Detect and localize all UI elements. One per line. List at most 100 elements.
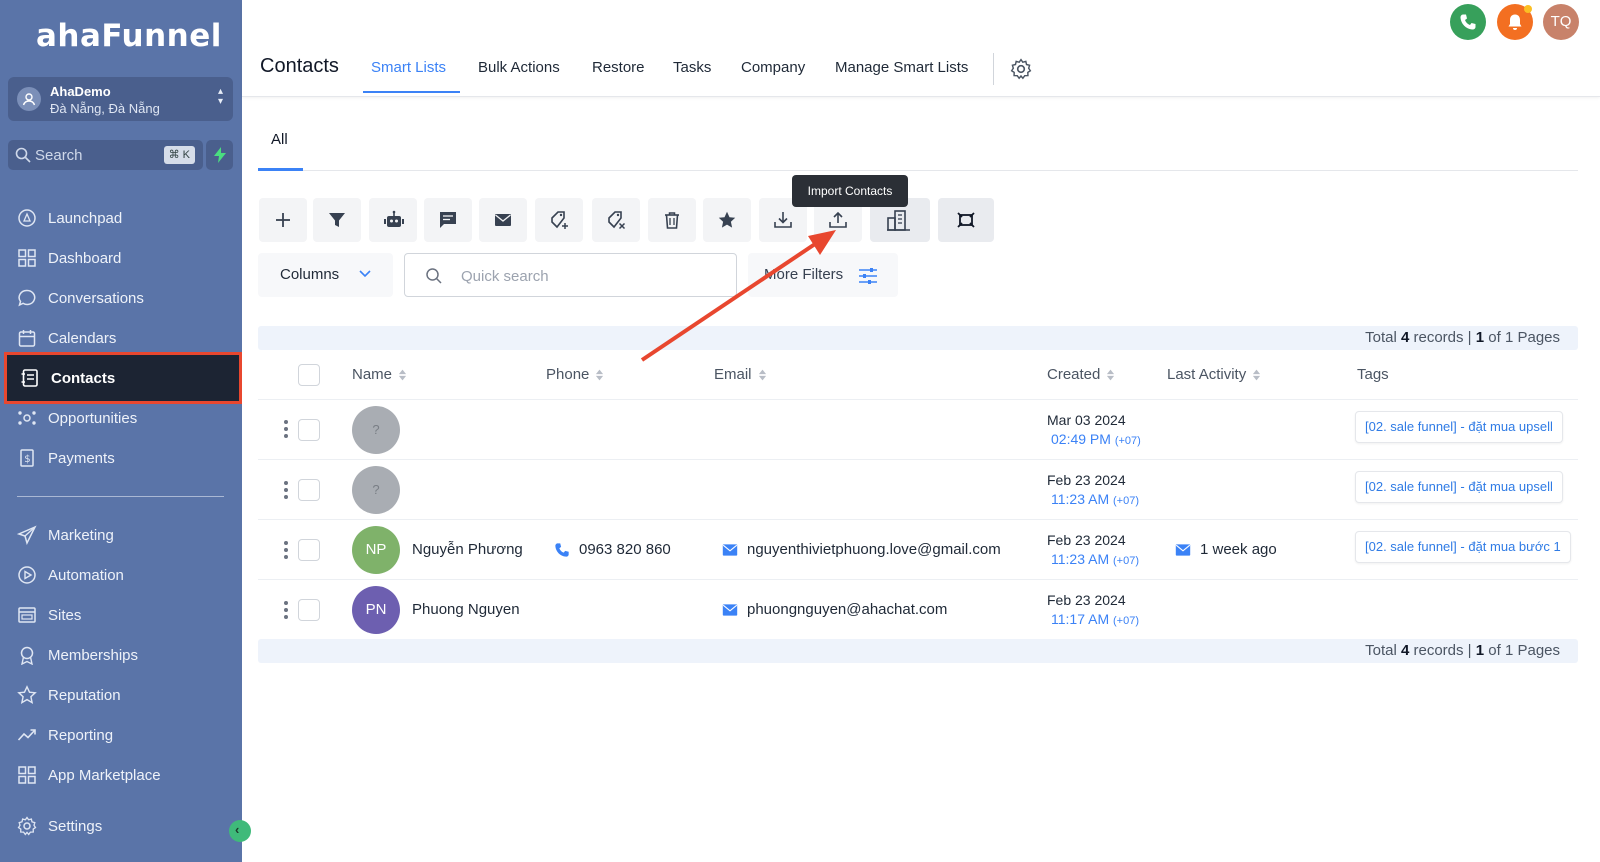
quick-actions-button[interactable] [206, 140, 233, 170]
avatar[interactable]: NP [352, 526, 400, 574]
merge-contacts-button[interactable] [938, 198, 994, 242]
row-actions-menu-icon[interactable] [284, 601, 288, 622]
sidebar-item-label: Payments [48, 449, 115, 467]
avatar[interactable]: PN [352, 586, 400, 634]
tab-company[interactable]: Company [741, 59, 805, 76]
column-header-name[interactable]: Name [352, 366, 407, 383]
summary-page-number: 1 [1475, 329, 1485, 346]
subtabs-divider [258, 170, 1578, 171]
records-summary-top: Total 4 records | 1 of 1 Pages [258, 326, 1578, 350]
sidebar-search[interactable]: Search ⌘ K [8, 140, 203, 170]
contact-name[interactable]: Nguyễn Phương [412, 541, 523, 558]
review-request-button[interactable] [703, 198, 751, 242]
select-all-checkbox[interactable] [298, 364, 320, 386]
sidebar-item-settings[interactable]: Settings [0, 806, 242, 846]
row-divider [258, 519, 1578, 520]
more-filters-button[interactable]: More Filters [748, 253, 898, 297]
row-actions-menu-icon[interactable] [284, 420, 288, 441]
sidebar-item-marketing[interactable]: Marketing [0, 515, 242, 555]
remove-tag-icon [608, 211, 626, 230]
lightning-icon [214, 147, 226, 163]
sort-icon [1107, 369, 1115, 380]
row-checkbox[interactable] [298, 479, 320, 501]
row-checkbox[interactable] [298, 539, 320, 561]
sidebar-item-label: Calendars [48, 329, 117, 347]
sidebar-item-launchpad[interactable]: Launchpad [0, 198, 242, 238]
sidebar-item-conversations[interactable]: Conversations [0, 278, 242, 318]
row-checkbox[interactable] [298, 599, 320, 621]
tab-tasks[interactable]: Tasks [673, 59, 711, 76]
notification-dot [1524, 5, 1532, 13]
sort-icon [596, 369, 604, 380]
send-sms-button[interactable] [424, 198, 472, 242]
delete-contacts-button[interactable] [648, 198, 696, 242]
timezone: (+07) [1114, 435, 1141, 447]
sidebar-item-automation[interactable]: Automation [0, 555, 242, 595]
contact-phone[interactable]: 0963 820 860 [554, 541, 671, 558]
tab-smart-lists[interactable]: Smart Lists [371, 59, 446, 76]
sidebar-item-sites[interactable]: Sites [0, 595, 242, 635]
phone-button[interactable] [1450, 4, 1486, 40]
grid-icon [18, 766, 36, 784]
column-header-created[interactable]: Created [1047, 366, 1115, 383]
contact-email[interactable]: nguyenthivietphuong.love@gmail.com [722, 541, 1001, 558]
top-header: Contacts Smart Lists Bulk Actions Restor… [242, 0, 1600, 97]
column-header-phone[interactable]: Phone [546, 366, 604, 383]
tag-chip[interactable]: [02. sale funnel] - đặt mua upsell [1355, 471, 1563, 503]
add-to-workflow-button[interactable] [369, 198, 417, 242]
row-checkbox[interactable] [298, 419, 320, 441]
gear-icon[interactable] [1010, 58, 1032, 80]
quick-search-placeholder: Quick search [461, 268, 549, 285]
tab-restore[interactable]: Restore [592, 59, 645, 76]
robot-icon [384, 210, 404, 227]
add-contact-button[interactable] [259, 198, 307, 242]
row-actions-menu-icon[interactable] [284, 541, 288, 562]
email-icon [495, 214, 511, 226]
created-date: Feb 23 2024 [1047, 592, 1126, 608]
account-switcher[interactable]: AhaDemo Đà Nẵng, Đà Nẵng ▴ ▾ [8, 77, 233, 121]
user-avatar[interactable]: TQ [1543, 4, 1579, 40]
send-email-button[interactable] [479, 198, 527, 242]
export-icon [774, 212, 792, 228]
sidebar-item-reporting[interactable]: Reporting [0, 715, 242, 755]
row-actions-menu-icon[interactable] [284, 481, 288, 502]
smart-list-tab-all[interactable]: All [271, 131, 288, 148]
sidebar-item-contacts[interactable]: Contacts [4, 352, 242, 404]
timezone: (+07) [1113, 555, 1140, 567]
column-header-last-activity[interactable]: Last Activity [1167, 366, 1261, 383]
sidebar-item-reputation[interactable]: Reputation [0, 675, 242, 715]
collapse-sidebar-button[interactable]: ‹ [229, 820, 251, 842]
columns-dropdown[interactable]: Columns [258, 253, 393, 297]
more-filters-label: More Filters [764, 266, 844, 283]
tab-manage-smart-lists[interactable]: Manage Smart Lists [835, 59, 968, 76]
contact-email[interactable]: phuongnguyen@ahachat.com [722, 601, 947, 618]
remove-tag-button[interactable] [592, 198, 640, 242]
location-avatar-icon [17, 87, 41, 111]
tag-chip[interactable]: [02. sale funnel] - đặt mua bước 1 [1355, 531, 1571, 563]
chevron-down-icon [359, 270, 371, 278]
quick-search-input[interactable]: Quick search [404, 253, 737, 297]
header-label: Phone [546, 366, 590, 383]
sidebar-item-app-marketplace[interactable]: App Marketplace [0, 755, 242, 795]
created-time: 11:23 AM (+07) [1051, 551, 1139, 567]
sidebar-item-payments[interactable]: $ Payments [0, 438, 242, 478]
filter-button[interactable] [313, 198, 361, 242]
column-header-email[interactable]: Email [714, 366, 767, 383]
sidebar-item-opportunities[interactable]: Opportunities [0, 398, 242, 438]
contact-name[interactable]: Phuong Nguyen [412, 601, 520, 618]
header-label: Tags [1357, 366, 1389, 383]
notifications-button[interactable] [1497, 4, 1533, 40]
sidebar-item-memberships[interactable]: Memberships [0, 635, 242, 675]
summary-records-word: records | [1413, 329, 1472, 346]
summary-of-pages: of 1 Pages [1488, 329, 1560, 346]
sidebar-item-label: Reporting [48, 726, 114, 744]
app-logo[interactable]: ahaFunnel [36, 18, 222, 54]
last-activity: 1 week ago [1175, 541, 1277, 558]
tag-chip[interactable]: [02. sale funnel] - đặt mua upsell [1355, 411, 1563, 443]
header-divider [993, 53, 994, 85]
add-tag-button[interactable] [535, 198, 583, 242]
tab-bulk-actions[interactable]: Bulk Actions [478, 59, 560, 76]
sidebar-item-dashboard[interactable]: Dashboard [0, 238, 242, 278]
avatar[interactable]: ? [352, 406, 400, 454]
avatar[interactable]: ? [352, 466, 400, 514]
